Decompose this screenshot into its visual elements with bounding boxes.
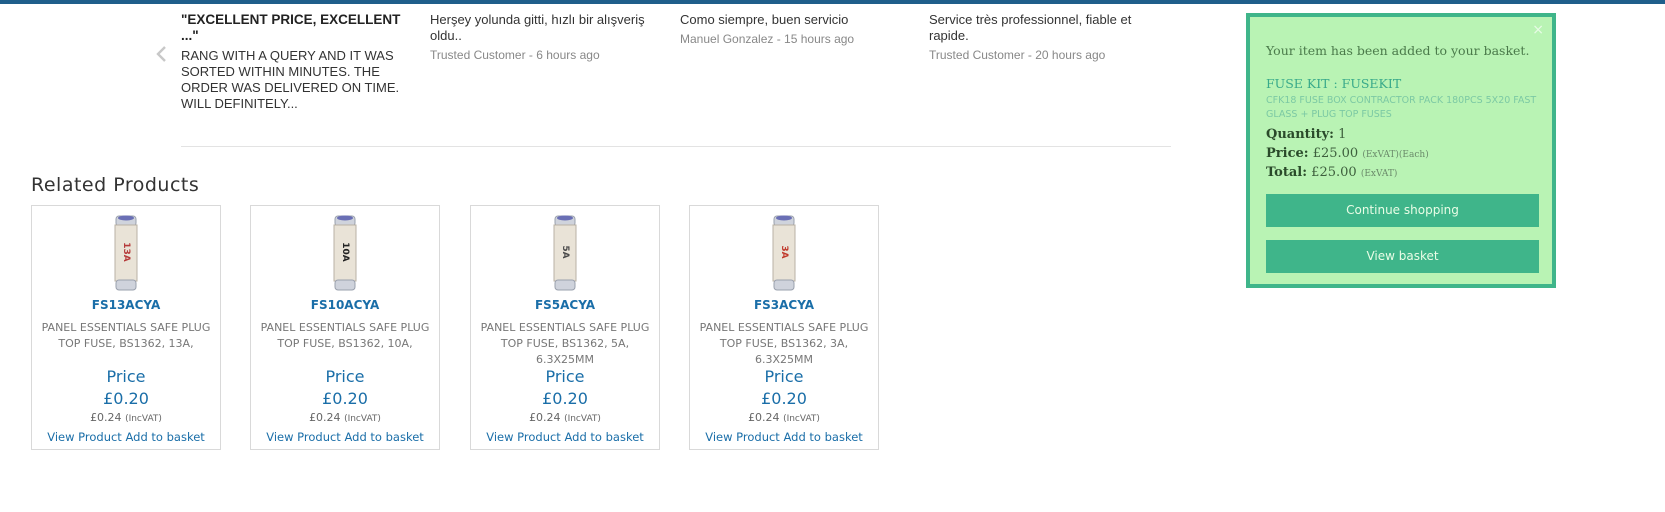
carousel-prev-button[interactable] bbox=[148, 40, 176, 68]
price-label: Price bbox=[764, 367, 804, 386]
product-description: PANEL ESSENTIALS SAFE PLUG TOP FUSE, BS1… bbox=[699, 321, 869, 366]
basket-product-name[interactable]: FUSE KIT : FUSEKIT bbox=[1266, 76, 1401, 91]
basket-product-description: CFK18 FUSE BOX CONTRACTOR PACK 180PCS 5X… bbox=[1266, 95, 1537, 120]
inc-vat-tag: (IncVAT) bbox=[783, 414, 820, 424]
fuse-rating-text: 5A bbox=[560, 245, 570, 258]
product-price: £0.20 bbox=[761, 389, 807, 408]
price-label: Price bbox=[325, 367, 365, 386]
view-product-link[interactable]: View Product bbox=[705, 430, 780, 444]
price-label: Price bbox=[106, 367, 146, 386]
price-inc-vat: £0.24 (IncVAT) bbox=[471, 411, 659, 424]
fuse-rating-text: 3A bbox=[779, 245, 789, 258]
basket-notification: × Your item has been added to your baske… bbox=[1246, 13, 1556, 288]
review-body: Como siempre, buen servicio bbox=[680, 12, 849, 27]
review-body: Herşey yolunda gitti, hızlı bir alışveri… bbox=[430, 12, 645, 43]
price-label: Price bbox=[545, 367, 585, 386]
inc-vat-value: £0.24 bbox=[309, 411, 341, 424]
add-to-basket-link[interactable]: Add to basket bbox=[783, 430, 862, 444]
product-card[interactable]: 5A FS5ACYA PANEL ESSENTIALS SAFE PLUG TOP … bbox=[470, 205, 660, 450]
review-body: RANG WITH A QUERY AND IT WAS SORTED WITH… bbox=[181, 48, 400, 111]
inc-vat-value: £0.24 bbox=[90, 411, 122, 424]
review-body: Service très professionnel, fiable et ra… bbox=[929, 12, 1132, 43]
section-divider bbox=[181, 146, 1171, 147]
price-note: (ExVAT)(Each) bbox=[1362, 150, 1429, 160]
quantity-value: 1 bbox=[1338, 127, 1347, 142]
product-card[interactable]: 13A FS13ACYA PANEL ESSENTIALS SAFE PLUG TO… bbox=[31, 205, 221, 450]
basket-quantity-row: Quantity: 1 bbox=[1266, 127, 1346, 142]
quantity-label: Quantity: bbox=[1266, 127, 1334, 142]
inc-vat-value: £0.24 bbox=[748, 411, 780, 424]
product-sku[interactable]: FS3ACYA bbox=[690, 298, 878, 312]
review-card: Como siempre, buen servicio Manuel Gonza… bbox=[680, 12, 905, 47]
basket-price-row: Price: £25.00 (ExVAT)(Each) bbox=[1266, 146, 1429, 161]
product-card[interactable]: 10A FS10ACYA PANEL ESSENTIALS SAFE PLUG TO… bbox=[250, 205, 440, 450]
fuse-product-image[interactable]: 5A bbox=[545, 214, 585, 292]
continue-shopping-button[interactable]: Continue shopping bbox=[1266, 194, 1539, 227]
fuse-rating-text: 13A bbox=[121, 242, 131, 262]
review-title: "EXCELLENT PRICE, EXCELLENT ..." bbox=[181, 12, 401, 43]
product-description: PANEL ESSENTIALS SAFE PLUG TOP FUSE, BS1… bbox=[41, 321, 211, 350]
inc-vat-tag: (IncVAT) bbox=[344, 414, 381, 424]
fuse-product-image[interactable]: 3A bbox=[764, 214, 804, 292]
review-meta: Trusted Customer - 6 hours ago bbox=[430, 48, 600, 62]
product-sku[interactable]: FS13ACYA bbox=[32, 298, 220, 312]
review-card: Herşey yolunda gitti, hızlı bir alışveri… bbox=[430, 12, 655, 63]
product-actions: View Product Add to basket bbox=[690, 430, 878, 444]
product-description: PANEL ESSENTIALS SAFE PLUG TOP FUSE, BS1… bbox=[260, 321, 430, 350]
product-price: £0.20 bbox=[322, 389, 368, 408]
inc-vat-value: £0.24 bbox=[529, 411, 561, 424]
product-sku[interactable]: FS5ACYA bbox=[471, 298, 659, 312]
product-actions: View Product Add to basket bbox=[32, 430, 220, 444]
price-inc-vat: £0.24 (IncVAT) bbox=[690, 411, 878, 424]
view-basket-button[interactable]: View basket bbox=[1266, 240, 1539, 273]
add-to-basket-link[interactable]: Add to basket bbox=[125, 430, 204, 444]
view-product-link[interactable]: View Product bbox=[266, 430, 341, 444]
product-sku[interactable]: FS10ACYA bbox=[251, 298, 439, 312]
reviews-carousel: "EXCELLENT PRICE, EXCELLENT ..." RANG WI… bbox=[140, 4, 1278, 154]
price-inc-vat: £0.24 (IncVAT) bbox=[251, 411, 439, 424]
view-product-link[interactable]: View Product bbox=[47, 430, 122, 444]
product-actions: View Product Add to basket bbox=[251, 430, 439, 444]
product-price: £0.20 bbox=[103, 389, 149, 408]
fuse-product-image[interactable]: 10A bbox=[325, 214, 365, 292]
review-meta: Manuel Gonzalez - 15 hours ago bbox=[680, 32, 855, 46]
basket-message: Your item has been added to your basket. bbox=[1266, 43, 1530, 58]
total-value: £25.00 bbox=[1311, 165, 1357, 180]
fuse-rating-text: 10A bbox=[340, 242, 350, 262]
basket-total-row: Total: £25.00 (ExVAT) bbox=[1266, 165, 1397, 180]
chevron-left-icon bbox=[156, 46, 166, 62]
review-card: Service très professionnel, fiable et ra… bbox=[929, 12, 1154, 63]
price-inc-vat: £0.24 (IncVAT) bbox=[32, 411, 220, 424]
inc-vat-tag: (IncVAT) bbox=[125, 414, 162, 424]
fuse-product-image[interactable]: 13A bbox=[106, 214, 146, 292]
price-value: £25.00 bbox=[1312, 146, 1359, 161]
add-to-basket-link[interactable]: Add to basket bbox=[564, 430, 643, 444]
price-label: Price: bbox=[1266, 146, 1309, 161]
view-product-link[interactable]: View Product bbox=[486, 430, 561, 444]
product-price: £0.20 bbox=[542, 389, 588, 408]
product-card[interactable]: 3A FS3ACYA PANEL ESSENTIALS SAFE PLUG TOP … bbox=[689, 205, 879, 450]
close-icon[interactable]: × bbox=[1532, 22, 1544, 38]
review-card: "EXCELLENT PRICE, EXCELLENT ..." RANG WI… bbox=[181, 12, 406, 112]
total-note: (ExVAT) bbox=[1360, 169, 1398, 179]
inc-vat-tag: (IncVAT) bbox=[564, 414, 601, 424]
add-to-basket-link[interactable]: Add to basket bbox=[344, 430, 423, 444]
review-meta: Trusted Customer - 20 hours ago bbox=[929, 48, 1106, 62]
product-description: PANEL ESSENTIALS SAFE PLUG TOP FUSE, BS1… bbox=[480, 321, 650, 366]
related-products-heading: Related Products bbox=[31, 174, 200, 196]
total-label: Total: bbox=[1266, 165, 1308, 180]
product-actions: View Product Add to basket bbox=[471, 430, 659, 444]
